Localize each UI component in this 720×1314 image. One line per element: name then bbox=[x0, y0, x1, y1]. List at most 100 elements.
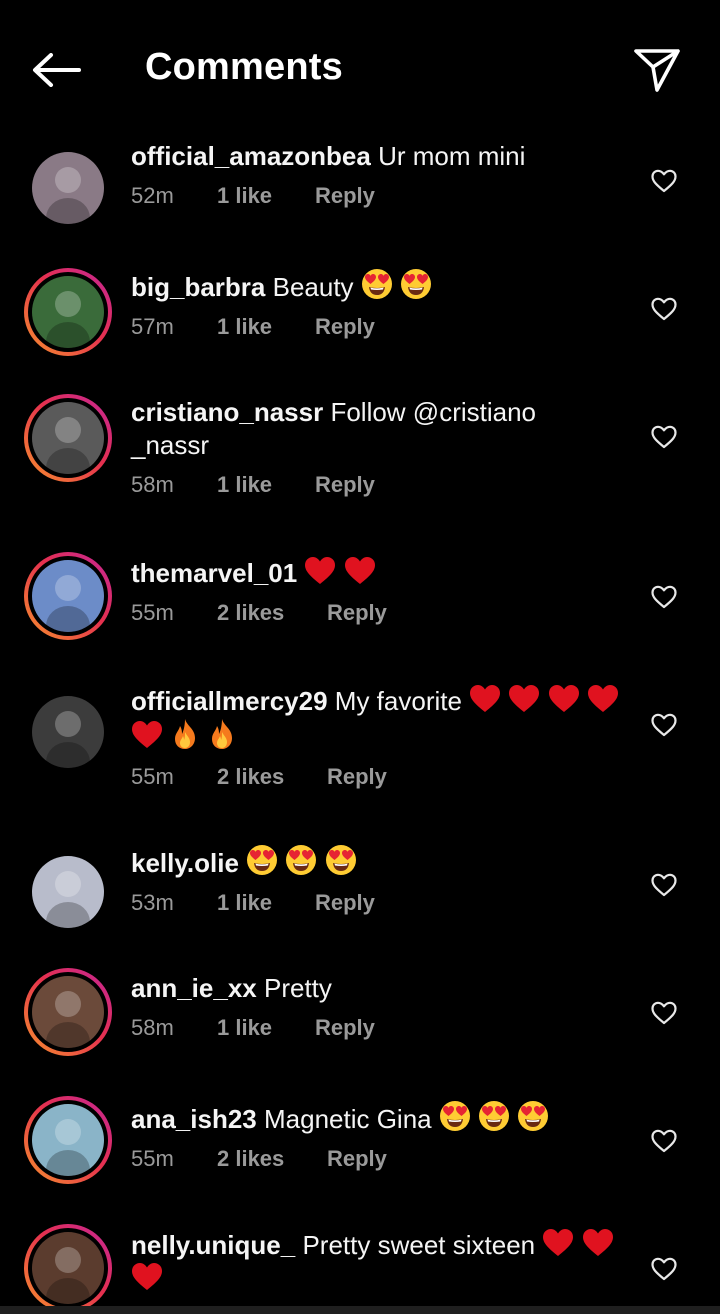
comment-text: official_amazonbea Ur mom mini bbox=[131, 140, 631, 173]
heart-outline-icon bbox=[651, 1001, 677, 1025]
like-button[interactable] bbox=[648, 293, 680, 325]
avatar[interactable] bbox=[24, 848, 112, 936]
avatar[interactable] bbox=[24, 268, 112, 356]
back-button[interactable] bbox=[28, 48, 84, 92]
avatar[interactable] bbox=[24, 394, 112, 482]
comment-username[interactable]: ann_ie_xx bbox=[131, 973, 257, 1003]
red-heart-emoji bbox=[587, 685, 618, 712]
comment-meta: 57m 1 like Reply bbox=[131, 314, 631, 340]
heart-eyes-emoji bbox=[518, 1101, 549, 1131]
reply-button[interactable]: Reply bbox=[327, 600, 387, 626]
avatar[interactable] bbox=[24, 688, 112, 776]
avatar[interactable] bbox=[24, 968, 112, 1056]
red-heart-emoji bbox=[305, 557, 336, 584]
comment-text: ann_ie_xx Pretty bbox=[131, 972, 631, 1005]
page-title: Comments bbox=[145, 46, 343, 88]
avatar-gap bbox=[28, 272, 108, 352]
comment-message: Pretty sweet sixteen bbox=[302, 1230, 536, 1260]
comment-body: themarvel_01 55m 2 likes Reply bbox=[131, 556, 631, 626]
reply-button[interactable]: Reply bbox=[315, 314, 375, 340]
avatar-gap bbox=[28, 1228, 108, 1308]
comment-meta: 55m 2 likes Reply bbox=[131, 1146, 631, 1172]
comment-message: Ur mom mini bbox=[378, 141, 526, 171]
reply-button[interactable]: Reply bbox=[315, 472, 375, 498]
avatar-image bbox=[32, 402, 104, 474]
avatar-photo bbox=[32, 856, 104, 928]
comment-body: officiallmercy29 My favorite 55m 2 likes R… bbox=[131, 684, 631, 790]
heart-eyes-emoji bbox=[439, 1101, 470, 1131]
comment-username[interactable]: cristiano_nassr bbox=[131, 397, 323, 427]
comment-body: cristiano_nassr Follow @cristiano _nassr 5… bbox=[131, 396, 631, 498]
comment-likes[interactable]: 1 like bbox=[217, 472, 315, 498]
red-heart-emoji bbox=[132, 1263, 162, 1290]
like-button[interactable] bbox=[648, 997, 680, 1029]
avatar[interactable] bbox=[24, 1096, 112, 1184]
comment-username[interactable]: ana_ish23 bbox=[131, 1104, 257, 1134]
like-button[interactable] bbox=[648, 869, 680, 901]
avatar-photo bbox=[32, 1232, 104, 1304]
comment-likes[interactable]: 2 likes bbox=[217, 1146, 327, 1172]
heart-outline-icon bbox=[651, 1257, 677, 1281]
comment-username[interactable]: themarvel_01 bbox=[131, 558, 297, 588]
comment-username[interactable]: big_barbra bbox=[131, 272, 265, 302]
avatar[interactable] bbox=[24, 552, 112, 640]
avatar-gap bbox=[28, 972, 108, 1052]
comment-emojis bbox=[439, 1101, 549, 1134]
comment-text: big_barbra Beauty bbox=[131, 268, 631, 304]
like-button[interactable] bbox=[648, 165, 680, 197]
avatar[interactable] bbox=[24, 144, 112, 232]
comment-time: 58m bbox=[131, 472, 174, 497]
fire-emoji bbox=[212, 719, 233, 749]
red-heart-emoji bbox=[344, 557, 375, 584]
comment-likes[interactable]: 2 likes bbox=[217, 764, 327, 790]
comment-text: officiallmercy29 My favorite bbox=[131, 684, 631, 754]
comment-text: themarvel_01 bbox=[131, 556, 631, 590]
paper-plane-icon bbox=[634, 49, 680, 92]
comment-time: 52m bbox=[131, 183, 174, 208]
avatar[interactable] bbox=[24, 1224, 112, 1312]
heart-outline-icon bbox=[651, 585, 677, 609]
avatar-image bbox=[32, 152, 104, 224]
like-button[interactable] bbox=[648, 581, 680, 613]
comment-body: ana_ish23 Magnetic Gina 55m 2 likes Reply bbox=[131, 1100, 631, 1172]
heart-outline-icon bbox=[651, 873, 677, 897]
comment-message: Magnetic Gina bbox=[263, 1104, 432, 1134]
comment-likes[interactable]: 1 like bbox=[217, 183, 315, 209]
avatar-image bbox=[32, 276, 104, 348]
fire-emoji bbox=[175, 719, 196, 749]
heart-outline-icon bbox=[651, 713, 677, 737]
reply-button[interactable]: Reply bbox=[315, 183, 375, 209]
like-button[interactable] bbox=[648, 421, 680, 453]
comment-username[interactable]: kelly.olie bbox=[131, 848, 239, 878]
comment-text: cristiano_nassr Follow @cristiano _nassr bbox=[131, 396, 631, 462]
share-button[interactable] bbox=[628, 44, 686, 96]
like-button[interactable] bbox=[648, 1125, 680, 1157]
comment-message: Pretty bbox=[263, 973, 332, 1003]
avatar-gap bbox=[28, 398, 108, 478]
comment-emojis bbox=[361, 269, 432, 302]
like-button[interactable] bbox=[648, 709, 680, 741]
red-heart-emoji bbox=[543, 1229, 574, 1256]
reply-button[interactable]: Reply bbox=[327, 764, 387, 790]
reply-button[interactable]: Reply bbox=[315, 890, 375, 916]
avatar-photo bbox=[32, 560, 104, 632]
comment-body: official_amazonbea Ur mom mini 52m 1 like R… bbox=[131, 140, 631, 209]
comment-likes[interactable]: 1 like bbox=[217, 1015, 315, 1041]
comment-emojis bbox=[246, 845, 356, 878]
like-button[interactable] bbox=[648, 1253, 680, 1285]
comment-likes[interactable]: 1 like bbox=[217, 890, 315, 916]
comment-likes[interactable]: 2 likes bbox=[217, 600, 327, 626]
comment-time: 57m bbox=[131, 314, 174, 339]
comment-username[interactable]: official_amazonbea bbox=[131, 141, 371, 171]
arrow-left-icon bbox=[33, 53, 81, 87]
avatar-photo bbox=[32, 976, 104, 1048]
reply-button[interactable]: Reply bbox=[327, 1146, 387, 1172]
avatar-image bbox=[32, 856, 104, 928]
reply-button[interactable]: Reply bbox=[315, 1015, 375, 1041]
avatar-gap bbox=[28, 556, 108, 636]
comment-text: ana_ish23 Magnetic Gina bbox=[131, 1100, 631, 1136]
avatar-image bbox=[32, 696, 104, 768]
comment-likes[interactable]: 1 like bbox=[217, 314, 315, 340]
comment-username[interactable]: officiallmercy29 bbox=[131, 686, 328, 716]
comment-username[interactable]: nelly.unique_ bbox=[131, 1230, 295, 1260]
